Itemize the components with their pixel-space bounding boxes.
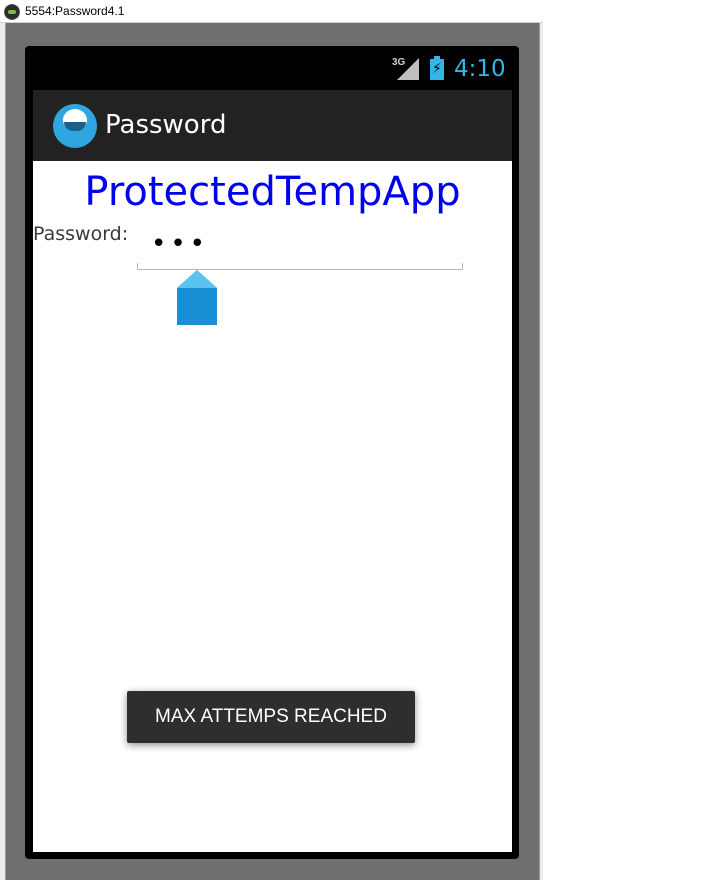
- text-cursor-handle-icon[interactable]: [177, 270, 217, 327]
- app-logo-icon[interactable]: [53, 104, 97, 148]
- status-bar: 3G ⚡ 4:10: [33, 50, 512, 90]
- status-clock: 4:10: [454, 56, 506, 82]
- emulator-title-bar: 5554:Password4.1: [0, 0, 543, 23]
- action-bar: Password: [33, 90, 512, 161]
- signal-icon: [397, 58, 419, 80]
- toast-message: MAX ATTEMPS REACHED: [127, 691, 415, 743]
- password-label: Password:: [33, 223, 129, 245]
- main-content: ProtectedTempApp Password: ••• MAX ATTEM…: [33, 161, 512, 852]
- action-bar-title: Password: [105, 110, 227, 140]
- password-input[interactable]: •••: [137, 229, 463, 270]
- app-heading: ProtectedTempApp: [84, 169, 461, 215]
- emulator-app-icon: [4, 4, 20, 20]
- battery-charging-icon: ⚡: [430, 56, 444, 80]
- emulator-window-title: 5554:Password4.1: [25, 4, 125, 18]
- password-value: •••: [151, 229, 210, 259]
